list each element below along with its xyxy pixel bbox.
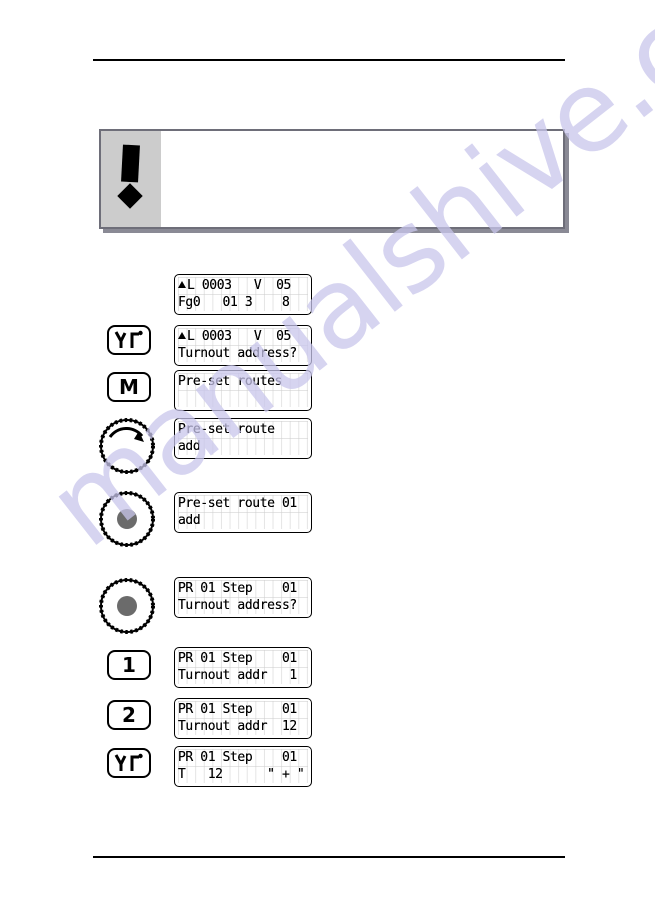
lcd-line-1: L 0003 V 05 bbox=[178, 328, 308, 345]
lcd-display: PR 01 Step 01 Turnout addr 1 bbox=[174, 647, 312, 688]
lcd-display: PR 01 Step 01 Turnout addr 12 bbox=[174, 698, 312, 739]
lcd-display: Pre-set route 01 add bbox=[174, 492, 312, 533]
lcd-line-2: Turnout addr 1 bbox=[178, 667, 308, 684]
digit-2-key[interactable]: 2 bbox=[107, 700, 151, 730]
lcd-line-1: Pre-set routes bbox=[178, 373, 308, 390]
menu-key[interactable]: M bbox=[107, 372, 151, 402]
rotary-turn-icon bbox=[99, 418, 155, 474]
lcd-line-2: T 12 " + " bbox=[178, 766, 308, 783]
lcd-line-1: PR 01 Step 01 bbox=[178, 701, 308, 718]
turnout-icon bbox=[114, 330, 143, 348]
digit-1-key-label: 1 bbox=[122, 653, 136, 677]
lcd-line-1: Pre-set route 01 bbox=[178, 495, 308, 512]
turnout-key[interactable] bbox=[107, 325, 151, 355]
lcd-line-2: Turnout address? bbox=[178, 597, 308, 614]
lcd-display: Pre-set route add bbox=[174, 418, 312, 459]
rotary-press-icon bbox=[99, 491, 155, 547]
lcd-line-2: Fg0 01 3 8 bbox=[178, 294, 308, 311]
triangle-up-icon bbox=[178, 281, 186, 288]
triangle-up-icon bbox=[178, 332, 186, 339]
lcd-display: PR 01 Step 01 Turnout address? bbox=[174, 577, 312, 618]
lcd-line-1: Pre-set route bbox=[178, 421, 308, 438]
menu-key-label: M bbox=[119, 375, 139, 399]
lcd-line-2: add bbox=[178, 512, 308, 529]
rotary-knob-press[interactable] bbox=[98, 490, 156, 548]
lcd-line-1: L 0003 V 05 bbox=[178, 277, 308, 294]
lcd-line-2 bbox=[178, 390, 308, 407]
turnout-key[interactable] bbox=[107, 748, 151, 778]
rotary-knob-turn[interactable] bbox=[98, 417, 156, 475]
lcd-line-2: Turnout address? bbox=[178, 345, 308, 362]
rotary-knob-press[interactable] bbox=[98, 577, 156, 635]
lcd-line-1: PR 01 Step 01 bbox=[178, 580, 308, 597]
lcd-display: Pre-set routes bbox=[174, 370, 312, 411]
digit-1-key[interactable]: 1 bbox=[107, 650, 151, 680]
digit-2-key-label: 2 bbox=[122, 703, 136, 727]
lcd-line-1: PR 01 Step 01 bbox=[178, 650, 308, 667]
keypress-sequence-diagram: L 0003 V 05 Fg0 01 3 8 L 0003 V 05 Turno… bbox=[0, 0, 655, 919]
lcd-line-1: PR 01 Step 01 bbox=[178, 749, 308, 766]
lcd-display: L 0003 V 05 Turnout address? bbox=[174, 325, 312, 366]
lcd-line-2: Turnout addr 12 bbox=[178, 718, 308, 735]
rotary-press-icon bbox=[99, 578, 155, 634]
lcd-display: PR 01 Step 01 T 12 " + " bbox=[174, 746, 312, 787]
turnout-icon bbox=[114, 753, 143, 771]
lcd-display: L 0003 V 05 Fg0 01 3 8 bbox=[174, 274, 312, 315]
lcd-line-2: add bbox=[178, 438, 308, 455]
